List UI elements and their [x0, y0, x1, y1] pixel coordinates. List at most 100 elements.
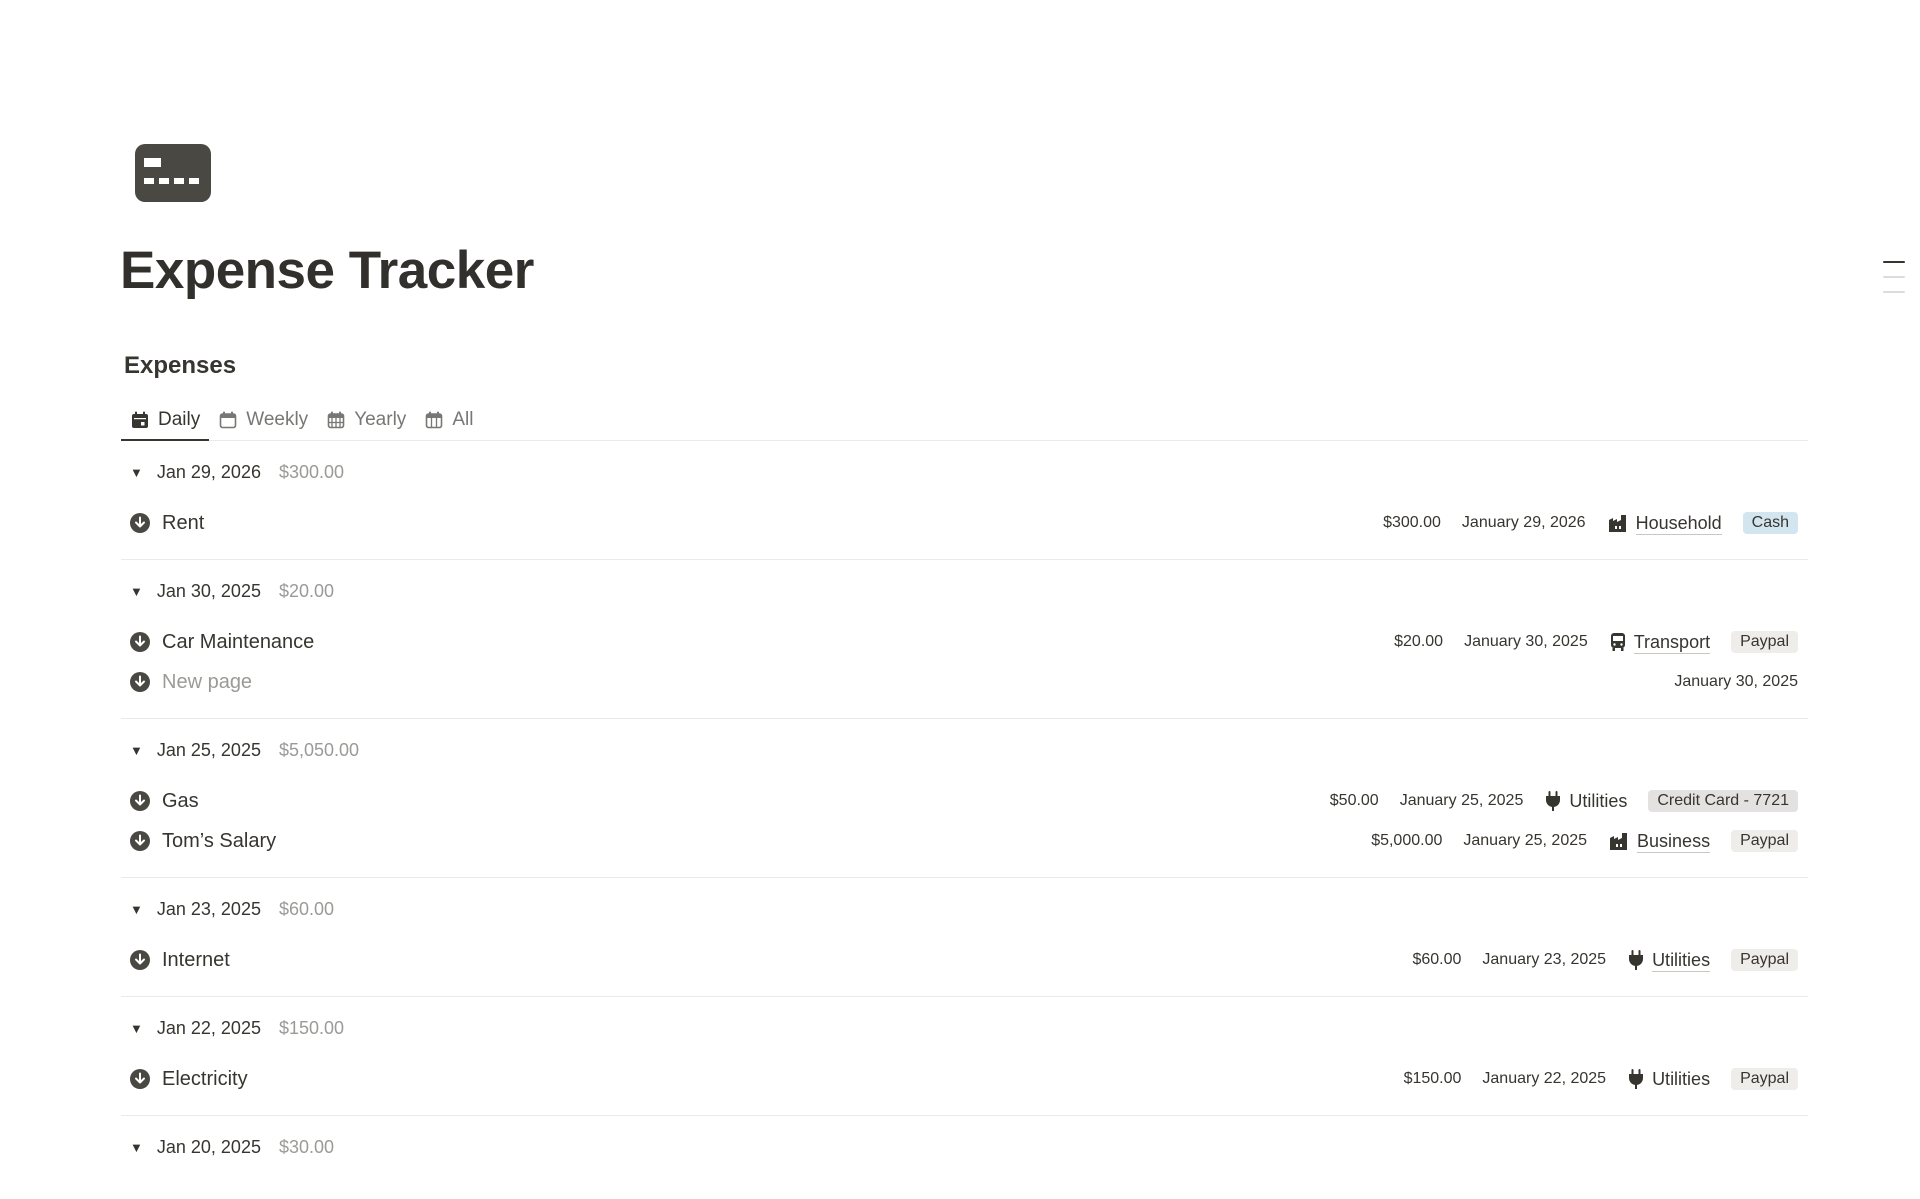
category-relation[interactable]: Utilities: [1628, 1068, 1710, 1090]
group-header[interactable]: ▼ Jan 20, 2025 $30.00: [121, 1116, 1808, 1178]
group-total: $30.00: [278, 1136, 335, 1157]
amount[interactable]: $300.00: [1383, 514, 1441, 532]
toc-line-active[interactable]: [1883, 261, 1905, 263]
item-properties: $60.00 January 23, 2025 Utilities Paypal: [1412, 940, 1798, 980]
item-properties: January 30, 2025: [1674, 662, 1798, 702]
date-group: ▼ Jan 20, 2025 $30.00: [121, 1116, 1808, 1194]
tab-label: Daily: [158, 409, 201, 430]
caret-down-icon[interactable]: ▼: [130, 1140, 143, 1155]
database-title[interactable]: Expenses: [124, 352, 236, 380]
list-item[interactable]: New page January 30, 2025: [121, 662, 1808, 702]
category-relation[interactable]: Utilities: [1545, 790, 1627, 812]
item-name[interactable]: Internet: [162, 949, 230, 972]
group-date: Jan 22, 2025: [156, 1017, 261, 1038]
payment-tag[interactable]: Paypal: [1731, 830, 1798, 852]
plug-icon: [1546, 791, 1561, 811]
tab-weekly[interactable]: Weekly: [209, 399, 317, 441]
tab-yearly[interactable]: Yearly: [317, 399, 415, 441]
arrow-down-circle-icon: [130, 632, 150, 652]
caret-down-icon[interactable]: ▼: [130, 465, 143, 480]
item-properties: $5,000.00 January 25, 2025 Business Payp…: [1371, 821, 1798, 861]
tab-label: Yearly: [354, 409, 407, 430]
amount[interactable]: $60.00: [1412, 951, 1461, 969]
group-header[interactable]: ▼ Jan 22, 2025 $150.00: [121, 997, 1808, 1059]
date[interactable]: January 29, 2026: [1462, 514, 1586, 532]
date[interactable]: January 22, 2025: [1482, 1070, 1606, 1088]
amount[interactable]: $5,000.00: [1371, 832, 1442, 850]
arrow-down-circle-icon: [130, 950, 150, 970]
category-relation[interactable]: Business: [1609, 830, 1711, 853]
category-relation[interactable]: Household: [1608, 512, 1722, 535]
tab-daily[interactable]: Daily: [121, 399, 209, 441]
payment-tag[interactable]: Paypal: [1731, 1068, 1798, 1090]
list-item[interactable]: Internet $60.00 January 23, 2025 Utiliti…: [121, 940, 1808, 980]
list-item[interactable]: Rent $300.00 January 29, 2026 Household …: [121, 503, 1808, 543]
item-name[interactable]: Car Maintenance: [162, 631, 314, 654]
payment-tag[interactable]: Paypal: [1731, 949, 1798, 971]
group-header[interactable]: ▼ Jan 23, 2025 $60.00: [121, 878, 1808, 940]
page-title: Expense Tracker: [120, 241, 534, 300]
date[interactable]: January 25, 2025: [1400, 792, 1524, 810]
item-name[interactable]: Gas: [162, 790, 199, 813]
calendar-day-icon: [132, 411, 148, 428]
item-name[interactable]: Tom’s Salary: [162, 830, 276, 853]
caret-down-icon[interactable]: ▼: [130, 743, 143, 758]
table-of-contents[interactable]: [1883, 261, 1905, 306]
tab-label: Weekly: [246, 409, 309, 430]
date-group: ▼ Jan 30, 2025 $20.00 Car Maintenance $2…: [121, 560, 1808, 719]
plug-icon: [1629, 950, 1644, 970]
item-properties: $50.00 January 25, 2025 Utilities Credit…: [1330, 781, 1798, 821]
group-total: $150.00: [278, 1017, 345, 1038]
item-name[interactable]: Electricity: [162, 1068, 248, 1091]
group-header[interactable]: ▼ Jan 25, 2025 $5,050.00: [121, 719, 1808, 781]
view-tabs: Daily Weekly Yearly All: [121, 399, 1808, 441]
category-relation[interactable]: Transport: [1610, 631, 1711, 654]
category-label: Utilities: [1652, 1069, 1711, 1089]
item-name[interactable]: Rent: [162, 512, 204, 535]
group-date: Jan 29, 2026: [156, 461, 261, 482]
group-total: $300.00: [278, 461, 345, 482]
credit-card-icon[interactable]: [133, 142, 213, 204]
amount[interactable]: $150.00: [1404, 1070, 1462, 1088]
calendar-year-icon: [327, 411, 345, 429]
caret-down-icon[interactable]: ▼: [130, 902, 143, 917]
arrow-down-circle-icon: [130, 831, 150, 851]
group-total: $20.00: [278, 580, 335, 601]
list-item[interactable]: Car Maintenance $20.00 January 30, 2025 …: [121, 622, 1808, 662]
payment-tag[interactable]: Credit Card - 7721: [1648, 790, 1798, 812]
list-item[interactable]: Gas $50.00 January 25, 2025 Utilities Cr…: [121, 781, 1808, 821]
category-relation[interactable]: Utilities: [1628, 949, 1711, 972]
category-label: Utilities: [1569, 791, 1628, 811]
arrow-down-circle-icon: [130, 672, 150, 692]
group-date: Jan 23, 2025: [156, 898, 261, 919]
date[interactable]: January 30, 2025: [1464, 633, 1588, 651]
group-header[interactable]: ▼ Jan 29, 2026 $300.00: [121, 441, 1808, 503]
date[interactable]: January 30, 2025: [1674, 673, 1798, 691]
caret-down-icon[interactable]: ▼: [130, 584, 143, 599]
group-header[interactable]: ▼ Jan 30, 2025 $20.00: [121, 560, 1808, 622]
list-item[interactable]: Tom’s Salary $5,000.00 January 25, 2025 …: [121, 821, 1808, 861]
amount[interactable]: $20.00: [1394, 633, 1443, 651]
list-item[interactable]: Electricity $150.00 January 22, 2025 Uti…: [121, 1059, 1808, 1099]
category-label: Household: [1635, 512, 1722, 535]
tab-all[interactable]: All: [415, 399, 482, 441]
toc-line[interactable]: [1883, 276, 1905, 278]
date-group: ▼ Jan 25, 2025 $5,050.00 Gas $50.00 Janu…: [121, 719, 1808, 878]
plug-icon: [1629, 1069, 1644, 1089]
date-group: ▼ Jan 29, 2026 $300.00 Rent $300.00 Janu…: [121, 441, 1808, 560]
payment-tag[interactable]: Cash: [1742, 512, 1798, 534]
amount[interactable]: $50.00: [1330, 792, 1379, 810]
item-name[interactable]: New page: [162, 671, 252, 694]
payment-tag[interactable]: Paypal: [1731, 631, 1798, 653]
toc-line[interactable]: [1883, 291, 1905, 293]
item-properties: $300.00 January 29, 2026 Household Cash: [1383, 503, 1798, 543]
group-date: Jan 20, 2025: [156, 1136, 261, 1157]
category-label: Transport: [1633, 631, 1711, 654]
arrow-down-circle-icon: [130, 791, 150, 811]
caret-down-icon[interactable]: ▼: [130, 1021, 143, 1036]
date[interactable]: January 25, 2025: [1463, 832, 1587, 850]
arrow-down-circle-icon: [130, 1069, 150, 1089]
bus-icon: [1610, 633, 1625, 651]
date[interactable]: January 23, 2025: [1482, 951, 1606, 969]
item-properties: $150.00 January 22, 2025 Utilities Paypa…: [1404, 1059, 1798, 1099]
